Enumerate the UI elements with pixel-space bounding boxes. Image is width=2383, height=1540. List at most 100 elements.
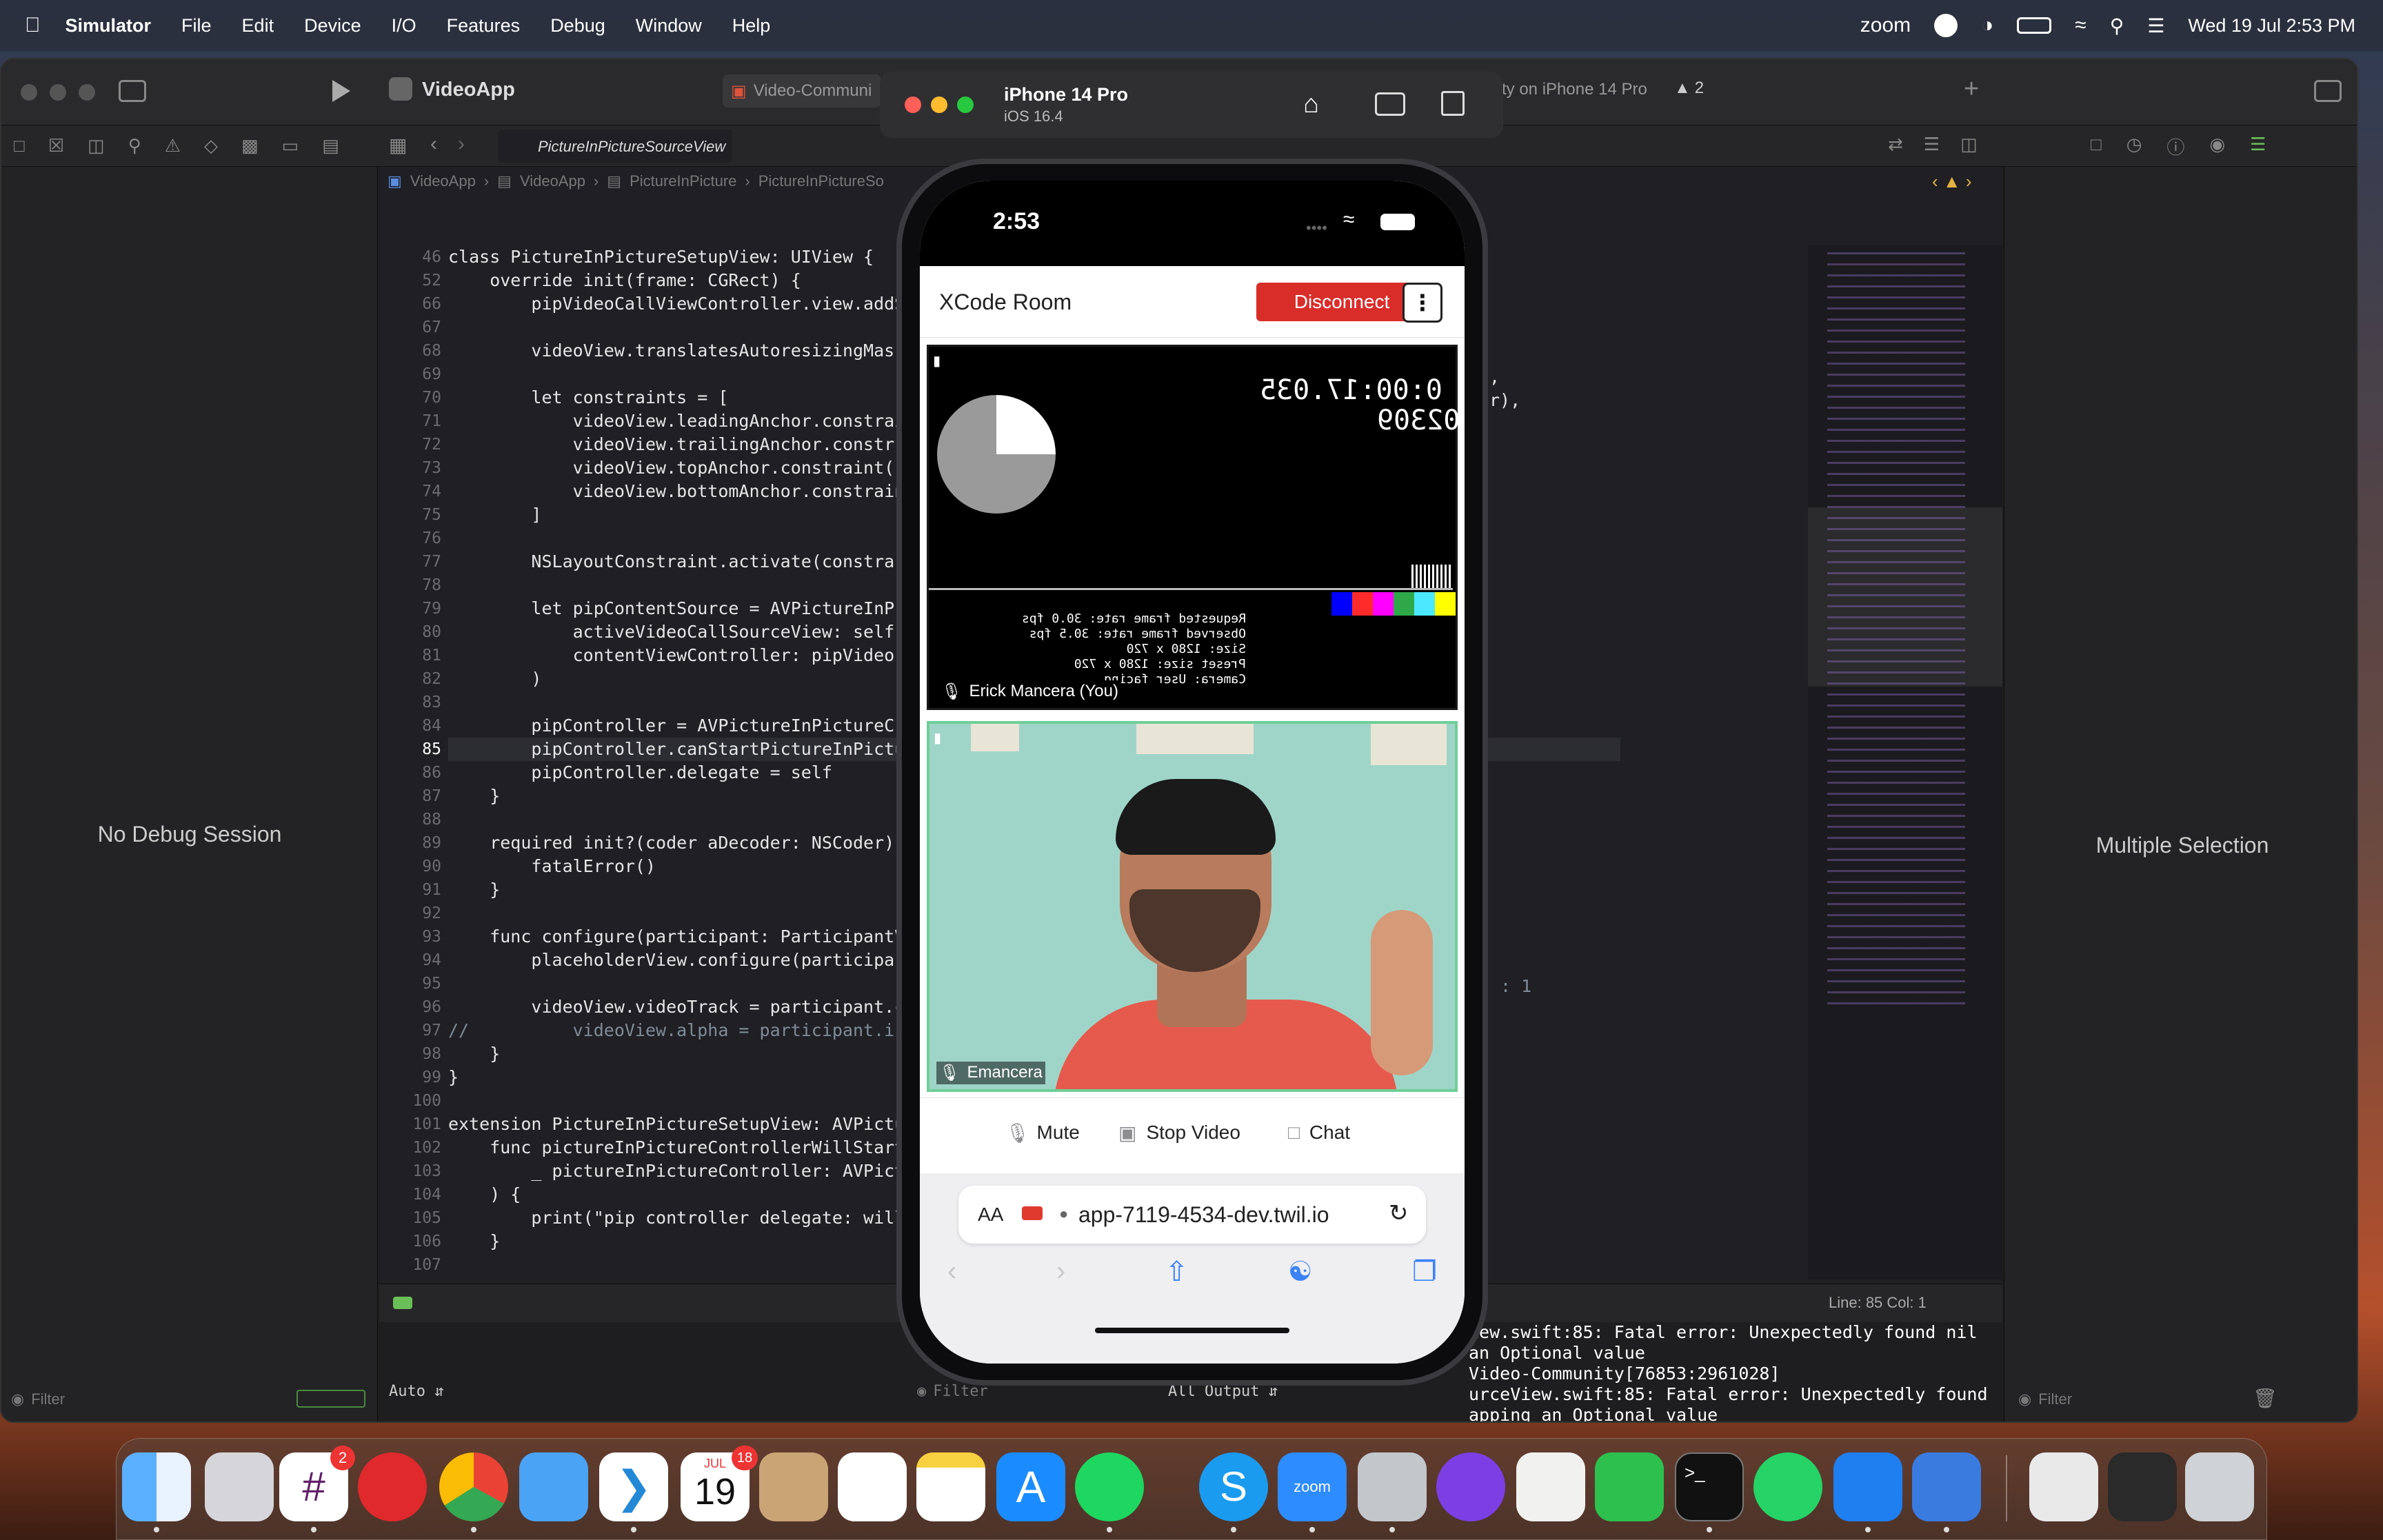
- back-chevron-icon[interactable]: ‹: [430, 132, 437, 156]
- report-icon[interactable]: ▤: [322, 135, 339, 156]
- url-text[interactable]: app-7119-4534-dev.twil.io: [1078, 1202, 1329, 1228]
- menu-io[interactable]: I/O: [392, 15, 416, 37]
- tabs-icon[interactable]: ❐: [1412, 1256, 1437, 1288]
- spotify-icon[interactable]: [1075, 1452, 1144, 1521]
- run-button[interactable]: [332, 80, 350, 102]
- music-folder-icon[interactable]: [2029, 1452, 2098, 1521]
- textedit-icon[interactable]: [1516, 1452, 1585, 1521]
- editor-options-icon[interactable]: ☰: [1924, 134, 1940, 155]
- control-center-icon[interactable]: ☰: [2147, 14, 2164, 37]
- more-options-button[interactable]: ⋮: [1402, 283, 1442, 323]
- forward-icon[interactable]: ›: [1056, 1256, 1065, 1288]
- mute-button[interactable]: 🎙 Mute: [1005, 1122, 1080, 1144]
- close-window-button[interactable]: [21, 84, 37, 101]
- forward-chevron-icon[interactable]: ›: [458, 132, 465, 156]
- variables-filter-field[interactable]: ◉ Filter: [917, 1383, 988, 1400]
- address-bar[interactable]: AA ● app-7119-4534-dev.twil.io ↻: [958, 1186, 1426, 1244]
- menu-features[interactable]: Features: [447, 15, 521, 37]
- home-indicator[interactable]: [1095, 1328, 1289, 1333]
- contacts-icon[interactable]: [759, 1452, 828, 1521]
- wifi-icon[interactable]: ≈: [2075, 14, 2086, 37]
- menu-help[interactable]: Help: [732, 15, 771, 37]
- share-icon[interactable]: ⇧: [1165, 1256, 1189, 1288]
- screenshot-icon[interactable]: [1375, 92, 1405, 116]
- local-participant-tile[interactable]: ▮ 0:00:17.035 02309 Requested frame rate…: [927, 345, 1460, 710]
- menu-file[interactable]: File: [181, 15, 212, 37]
- trash-icon[interactable]: [2185, 1452, 2254, 1521]
- xcode-icon[interactable]: [1833, 1452, 1902, 1521]
- history-inspector-icon[interactable]: ◷: [2126, 134, 2142, 159]
- issue-icon[interactable]: ⚠: [165, 135, 181, 156]
- sidebar-toggle-icon[interactable]: [119, 80, 146, 102]
- terminal-icon[interactable]: >_: [1675, 1452, 1744, 1521]
- minimize-window-button[interactable]: [931, 97, 947, 113]
- breadcrumb-file[interactable]: PictureInPictureSo: [758, 172, 884, 190]
- home-icon[interactable]: ⌂: [1303, 90, 1319, 119]
- checkmark-status-icon[interactable]: [1934, 14, 1958, 37]
- launchpad-icon[interactable]: [205, 1452, 274, 1521]
- app-store-icon[interactable]: A: [996, 1452, 1065, 1521]
- menu-debug[interactable]: Debug: [550, 15, 605, 37]
- breadcrumb-group[interactable]: VideoApp: [520, 172, 585, 190]
- attributes-inspector-icon[interactable]: ☰: [2250, 134, 2266, 159]
- inspector-toggle-icon[interactable]: [2314, 80, 2342, 102]
- refresh-icon[interactable]: ⇄: [1888, 134, 1903, 155]
- minimap[interactable]: [1808, 245, 2002, 1279]
- zoom-status-label[interactable]: zoom: [1860, 14, 1911, 37]
- recording-camera-icon[interactable]: [1022, 1206, 1043, 1220]
- disconnect-button[interactable]: Disconnect: [1256, 283, 1427, 321]
- breadcrumb-project[interactable]: VideoApp: [410, 172, 476, 190]
- search-icon[interactable]: ⚲: [2110, 14, 2124, 37]
- help-inspector-icon[interactable]: ⓘ: [2166, 134, 2184, 159]
- find-icon[interactable]: ⚲: [128, 135, 141, 156]
- left-filter-options-icon[interactable]: [296, 1390, 365, 1408]
- vscode-icon[interactable]: ❯: [599, 1452, 668, 1521]
- simulator-icon[interactable]: [1912, 1452, 1981, 1521]
- tandem-icon[interactable]: [358, 1452, 427, 1521]
- debug-toggle-icon[interactable]: [393, 1297, 412, 1309]
- finder-icon[interactable]: [122, 1452, 191, 1521]
- split-editor-icon[interactable]: ◫: [1960, 134, 1978, 155]
- file-inspector-icon[interactable]: □: [2091, 134, 2102, 159]
- tab-picture-in-picture-source-view[interactable]: PictureInPictureSourceView: [498, 130, 732, 163]
- mail-icon[interactable]: [519, 1452, 588, 1521]
- tab-video-community[interactable]: ▣ Video-Communi: [723, 74, 881, 108]
- right-filter-field[interactable]: ◉ Filter: [2018, 1386, 2253, 1413]
- reader-aa-button[interactable]: AA: [978, 1204, 1003, 1226]
- chrome-icon[interactable]: [439, 1452, 508, 1521]
- window-thumbnail-icon[interactable]: [2108, 1452, 2177, 1521]
- menu-edit[interactable]: Edit: [242, 15, 274, 37]
- apple-icon[interactable]: : [25, 14, 41, 37]
- warning-count-badge[interactable]: ▲ 2: [1674, 79, 1704, 98]
- project-title[interactable]: VideoApp: [422, 79, 515, 101]
- zoom-app-icon[interactable]: zoom: [1278, 1452, 1347, 1521]
- breakpoint-icon[interactable]: ▭: [282, 135, 299, 156]
- app-menu[interactable]: Simulator: [66, 15, 152, 37]
- trash-icon[interactable]: 🗑: [2253, 1387, 2278, 1410]
- breadcrumb-subgroup[interactable]: PictureInPicture: [630, 172, 736, 190]
- folder-icon[interactable]: □: [14, 135, 25, 156]
- menu-window[interactable]: Window: [636, 15, 702, 37]
- identity-inspector-icon[interactable]: ◉: [2209, 134, 2225, 159]
- whatsapp-icon[interactable]: [1753, 1452, 1822, 1521]
- github-desktop-icon[interactable]: [1436, 1452, 1505, 1521]
- minimize-window-button[interactable]: [50, 84, 66, 101]
- left-filter-field[interactable]: ◉ Filter: [11, 1386, 301, 1413]
- notes-icon[interactable]: [916, 1452, 985, 1521]
- test-icon[interactable]: ◇: [204, 135, 218, 156]
- stop-video-button[interactable]: ▣ Stop Video: [1118, 1122, 1240, 1144]
- bookmarks-icon[interactable]: ☯: [1288, 1256, 1313, 1288]
- menu-device[interactable]: Device: [304, 15, 361, 37]
- symbol-icon[interactable]: ◫: [88, 135, 105, 156]
- numbers-icon[interactable]: [1595, 1452, 1664, 1521]
- reminders-icon[interactable]: [838, 1452, 907, 1521]
- battery-icon[interactable]: [2017, 17, 2052, 34]
- debug-icon[interactable]: ▩: [241, 135, 259, 156]
- chat-button[interactable]: □ Chat: [1288, 1122, 1350, 1144]
- reload-icon[interactable]: ↻: [1389, 1199, 1409, 1227]
- add-tab-icon[interactable]: +: [1964, 74, 1979, 104]
- close-window-button[interactable]: [905, 97, 921, 113]
- warning-nav-icons[interactable]: ‹ ▲ ›: [1932, 171, 1972, 192]
- scheme-destination[interactable]: ty on iPhone 14 Pro: [1502, 80, 1647, 99]
- skype-icon[interactable]: S: [1199, 1452, 1268, 1521]
